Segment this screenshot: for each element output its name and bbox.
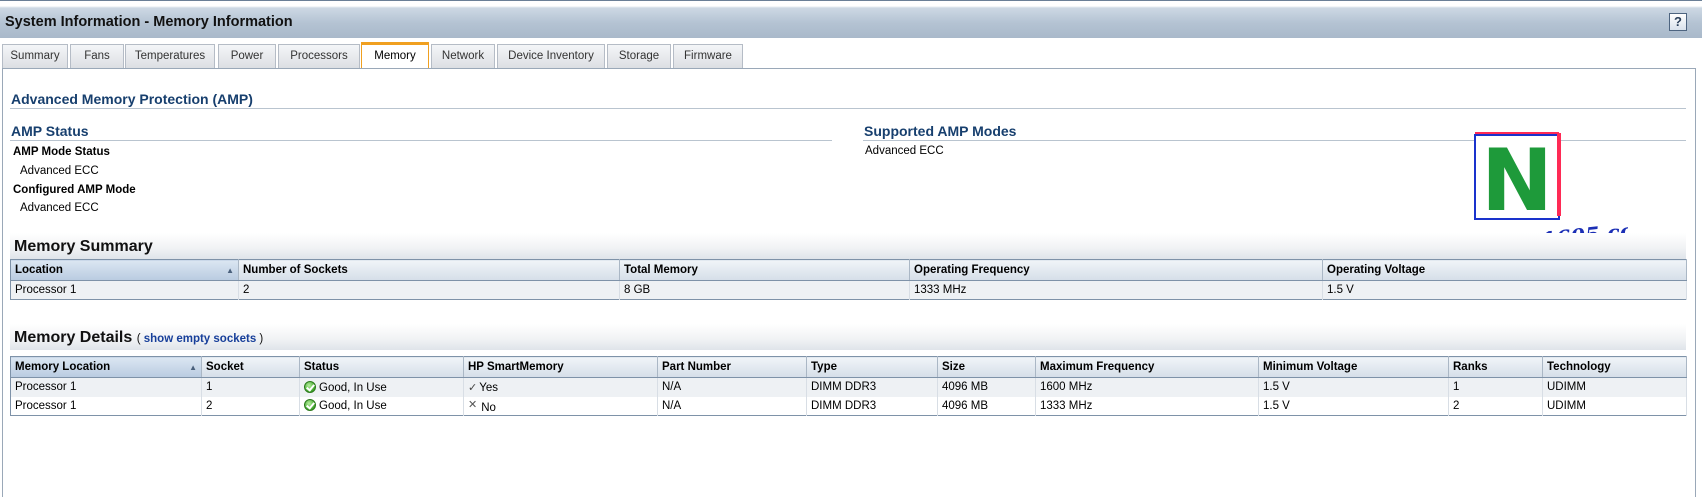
amp-mode-status-value: Advanced ECC xyxy=(20,165,99,177)
amp-section-title: Advanced Memory Protection (AMP) xyxy=(11,91,253,107)
col-number-of-sockets[interactable]: Number of Sockets xyxy=(238,259,620,281)
col-type[interactable]: Type xyxy=(806,356,938,378)
cell-location: Processor 1 xyxy=(10,280,239,300)
cell-ranks: 1 xyxy=(1448,377,1543,397)
check-icon: ✓ xyxy=(468,381,478,394)
cell-smartmemory: ✓ Yes xyxy=(463,377,658,397)
col-ranks[interactable]: Ranks xyxy=(1448,356,1543,378)
cell-memory-location: Processor 1 xyxy=(10,396,202,416)
cell-type: DIMM DDR3 xyxy=(806,396,938,416)
table-row: Processor 1 2 Good, In Use ✕ No N/A DIMM … xyxy=(10,396,1687,416)
window-title: System Information - Memory Information xyxy=(5,14,293,30)
col-memory-location[interactable]: Memory Location ▲ xyxy=(10,356,202,378)
cell-socket: 2 xyxy=(201,396,300,416)
col-maximum-frequency[interactable]: Maximum Frequency xyxy=(1035,356,1259,378)
smartmemory-text: Yes xyxy=(479,381,498,394)
memory-details-title: Memory Details xyxy=(14,329,133,346)
cell-size: 4096 MB xyxy=(937,396,1036,416)
col-hp-smartmemory[interactable]: HP SmartMemory xyxy=(463,356,658,378)
cell-socket: 1 xyxy=(201,377,300,397)
tab-storage[interactable]: Storage xyxy=(607,44,671,68)
x-icon: ✕ xyxy=(468,398,478,411)
tab-summary[interactable]: Summary xyxy=(2,44,68,68)
table-row: Processor 1 2 8 GB 1333 MHz 1.5 V xyxy=(10,280,1687,300)
cell-operating-voltage: 1.5 V xyxy=(1322,280,1687,300)
col-technology[interactable]: Technology xyxy=(1542,356,1687,378)
table-row: Processor 1 1 Good, In Use ✓ Yes N/A DIMM… xyxy=(10,377,1687,397)
sort-ascending-icon: ▲ xyxy=(226,266,234,275)
cell-status: Good, In Use xyxy=(299,396,464,416)
cell-operating-frequency: 1333 MHz xyxy=(909,280,1323,300)
memory-summary-table: Location ▲ Number of Sockets Total Memory… xyxy=(10,259,1687,300)
tab-network[interactable]: Network xyxy=(431,44,495,68)
cell-total-memory: 8 GB xyxy=(619,280,910,300)
col-total-memory[interactable]: Total Memory xyxy=(619,259,910,281)
supported-amp-mode-value: Advanced ECC xyxy=(865,145,944,157)
show-empty-sockets-link[interactable]: show empty sockets xyxy=(144,333,256,345)
tab-processors[interactable]: Processors xyxy=(278,44,360,68)
help-button[interactable]: ? xyxy=(1669,13,1687,31)
col-part-number[interactable]: Part Number xyxy=(657,356,807,378)
configured-amp-mode-value: Advanced ECC xyxy=(20,202,99,214)
amp-status-divider xyxy=(10,140,832,141)
memory-summary-title: Memory Summary xyxy=(14,238,153,255)
cell-technology: UDIMM xyxy=(1542,377,1687,397)
cell-part-number: N/A xyxy=(657,377,807,397)
cell-ranks: 2 xyxy=(1448,396,1543,416)
cell-sockets: 2 xyxy=(238,280,620,300)
cell-status: Good, In Use xyxy=(299,377,464,397)
tab-temperatures[interactable]: Temperatures xyxy=(125,44,215,68)
memory-details-title-wrap: Memory Details ( show empty sockets ) xyxy=(14,329,263,347)
tab-device-inventory[interactable]: Device Inventory xyxy=(497,44,605,68)
link-paren-close: ) xyxy=(256,333,264,345)
tab-firmware[interactable]: Firmware xyxy=(673,44,743,68)
window-titlebar: System Information - Memory Information … xyxy=(0,0,1702,38)
cell-smartmemory: ✕ No xyxy=(463,396,658,416)
sort-ascending-icon: ▲ xyxy=(189,363,197,372)
memory-details-table: Memory Location ▲ Socket Status HP SmartM… xyxy=(10,356,1687,416)
status-text: Good, In Use xyxy=(319,400,387,413)
col-location[interactable]: Location ▲ xyxy=(10,259,239,281)
cell-min-voltage: 1.5 V xyxy=(1258,377,1449,397)
col-socket[interactable]: Socket xyxy=(201,356,300,378)
cell-type: DIMM DDR3 xyxy=(806,377,938,397)
cell-max-frequency: 1600 MHz xyxy=(1035,377,1259,397)
cell-part-number: N/A xyxy=(657,396,807,416)
col-minimum-voltage[interactable]: Minimum Voltage xyxy=(1258,356,1449,378)
cell-technology: UDIMM xyxy=(1542,396,1687,416)
amp-mode-status-label: AMP Mode Status xyxy=(13,146,110,158)
smartmemory-text: No xyxy=(481,401,496,414)
tab-bar: Summary Fans Temperatures Power Processo… xyxy=(0,42,1702,69)
amp-divider xyxy=(10,108,1686,109)
watermark-letter: N xyxy=(1481,131,1553,231)
col-status[interactable]: Status xyxy=(299,356,464,378)
configured-amp-mode-label: Configured AMP Mode xyxy=(13,184,136,196)
tab-memory[interactable]: Memory xyxy=(361,42,429,69)
status-ok-icon xyxy=(304,380,316,393)
status-text: Good, In Use xyxy=(319,381,387,394)
supported-amp-modes-title: Supported AMP Modes xyxy=(864,123,1017,139)
memory-summary-header: Memory Summary xyxy=(10,233,1686,259)
cell-min-voltage: 1.5 V xyxy=(1258,396,1449,416)
show-empty-sockets-wrap: ( show empty sockets ) xyxy=(137,333,264,345)
memory-details-header: Memory Details ( show empty sockets ) xyxy=(10,324,1686,350)
cell-max-frequency: 1333 MHz xyxy=(1035,396,1259,416)
amp-status-title: AMP Status xyxy=(11,123,89,139)
col-operating-voltage[interactable]: Operating Voltage xyxy=(1322,259,1687,281)
link-paren-open: ( xyxy=(136,333,144,345)
tab-power[interactable]: Power xyxy=(218,44,276,68)
status-ok-icon xyxy=(304,399,316,412)
tab-fans[interactable]: Fans xyxy=(70,44,124,68)
col-size[interactable]: Size xyxy=(937,356,1036,378)
cell-memory-location: Processor 1 xyxy=(10,377,202,397)
cell-size: 4096 MB xyxy=(937,377,1036,397)
col-operating-frequency[interactable]: Operating Frequency xyxy=(909,259,1323,281)
